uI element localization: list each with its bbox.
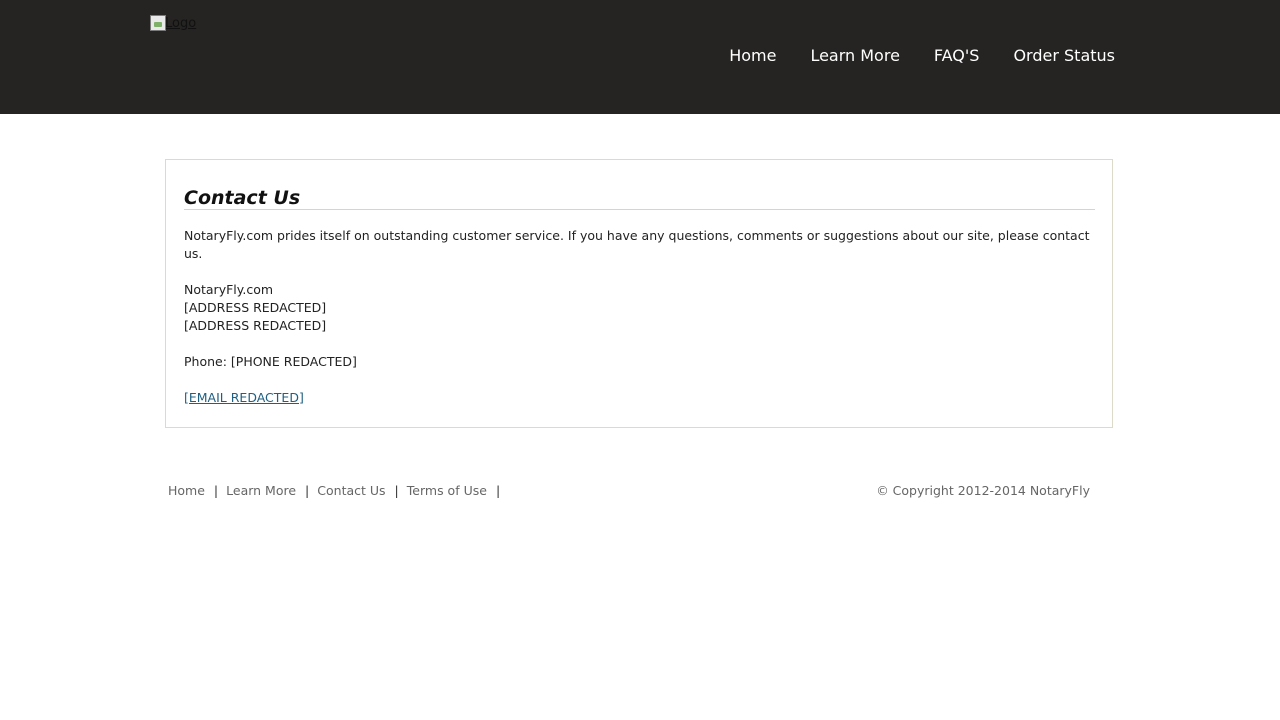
logo-alt-text: Logo	[165, 16, 197, 31]
nav-order-status[interactable]: Order Status	[1013, 46, 1115, 66]
broken-image-icon	[150, 15, 166, 31]
nav-learn-more[interactable]: Learn More	[810, 46, 899, 66]
nav-faqs[interactable]: FAQ'S	[934, 46, 980, 66]
copyright-text: © Copyright 2012-2014 NotaryFly	[876, 483, 1090, 498]
footer-separator: |	[495, 483, 501, 498]
footer-link-home[interactable]: Home	[168, 483, 205, 498]
page-title: Contact Us	[184, 188, 1095, 210]
nav-home[interactable]: Home	[729, 46, 776, 66]
footer-separator: |	[305, 483, 310, 498]
footer-link-learn-more[interactable]: Learn More	[226, 483, 296, 498]
contact-body: NotaryFly.com prides itself on outstandi…	[184, 227, 1095, 407]
footer-link-contact-us[interactable]: Contact Us	[317, 483, 385, 498]
phone-text: Phone: [PHONE REDACTED]	[184, 354, 357, 369]
main-nav: Home Learn More FAQ'S Order Status	[729, 46, 1115, 66]
site-header: Logo Home Learn More FAQ'S Order Status	[0, 0, 1280, 114]
email-link[interactable]: [EMAIL REDACTED]	[184, 390, 304, 405]
company-name: NotaryFly.com	[184, 282, 274, 297]
contact-panel: Contact Us NotaryFly.com prides itself o…	[165, 159, 1113, 428]
logo-link[interactable]: Logo	[150, 15, 196, 32]
address-line-2: [ADDRESS REDACTED]	[184, 318, 327, 333]
intro-text: NotaryFly.com prides itself on outstandi…	[184, 228, 1090, 261]
address-line-1: [ADDRESS REDACTED]	[184, 300, 327, 315]
footer-separator: |	[213, 483, 219, 498]
footer-links: Home | Learn More | Contact Us | Terms o…	[168, 483, 508, 498]
footer-link-terms[interactable]: Terms of Use	[407, 483, 487, 498]
footer-separator: |	[394, 483, 399, 498]
